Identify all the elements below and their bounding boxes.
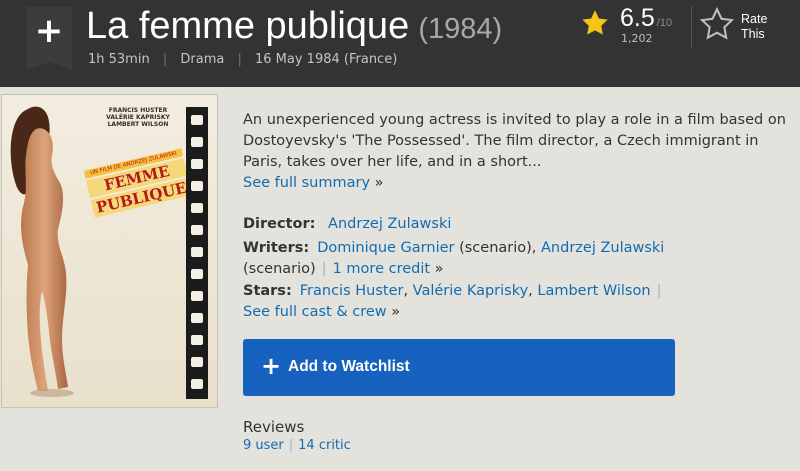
rate-divider	[691, 6, 692, 48]
reviews-links: 9 user | 14 critic	[243, 438, 351, 453]
film-hole	[191, 115, 203, 125]
more-credit-link[interactable]: 1 more credit	[333, 261, 430, 277]
rating-count[interactable]: 1,202	[621, 32, 653, 45]
comma: ,	[403, 283, 409, 299]
release-date-link[interactable]: 16 May 1984 (France)	[255, 52, 397, 67]
film-hole	[191, 357, 203, 367]
rate-label-line2: This	[741, 27, 765, 41]
reviews-heading: Reviews	[243, 418, 305, 436]
user-reviews-link[interactable]: 9 user	[243, 438, 284, 453]
film-hole	[191, 313, 203, 323]
summary-text: An unexperienced young actress is invite…	[243, 112, 786, 170]
director-label: Director:	[243, 216, 316, 232]
stars-row: Stars: Francis Huster, Valérie Kaprisky, …	[243, 281, 788, 323]
rating-number: 6.5	[620, 4, 655, 32]
critic-reviews-link[interactable]: 14 critic	[298, 438, 351, 453]
poster-credit-line: FRANCIS HUSTER	[108, 107, 168, 114]
genre-link[interactable]: Drama	[180, 52, 224, 67]
rate-label-line1: Rate	[741, 12, 768, 26]
title-subtext: 1h 53min | Drama | 16 May 1984 (France)	[88, 52, 397, 67]
rate-this-label: Rate This	[741, 12, 767, 42]
star-outline-icon	[699, 6, 735, 40]
ribbon-notch	[26, 62, 72, 70]
film-hole	[191, 225, 203, 235]
star-link[interactable]: Francis Huster	[300, 283, 404, 299]
film-hole	[191, 137, 203, 147]
title-block: La femme publique (1984)	[86, 0, 502, 52]
film-hole	[191, 269, 203, 279]
divider: |	[288, 438, 294, 453]
writer-link[interactable]: Dominique Garnier	[317, 240, 454, 256]
divider: |	[162, 52, 168, 67]
arrow-glyph: »	[391, 304, 401, 320]
writers-label: Writers:	[243, 240, 310, 256]
film-hole	[191, 159, 203, 169]
plus-icon: +	[34, 11, 64, 51]
title-header: + La femme publique (1984) 1h 53min | Dr…	[0, 0, 800, 87]
poster-credits: FRANCIS HUSTER VALÉRIE KAPRISKY LAMBERT …	[98, 107, 178, 128]
runtime: 1h 53min	[88, 52, 150, 67]
star-link[interactable]: Valérie Kaprisky	[413, 283, 529, 299]
poster-credit-line: VALÉRIE KAPRISKY	[106, 114, 170, 121]
writer-role: (scenario),	[454, 240, 542, 256]
rating-max: /10	[656, 17, 673, 29]
add-to-watchlist-tile[interactable]: +	[26, 7, 72, 70]
divider: |	[237, 52, 242, 67]
star-link[interactable]: Lambert Wilson	[537, 283, 650, 299]
divider: |	[656, 283, 662, 299]
stars-label: Stars:	[243, 283, 292, 299]
see-full-summary-link[interactable]: See full summary	[243, 175, 370, 191]
watchlist-label: Add to Watchlist	[288, 358, 410, 375]
rating-value: 6.5/10	[620, 4, 672, 33]
film-hole	[191, 291, 203, 301]
star-icon	[582, 10, 608, 35]
see-full-cast-link[interactable]: See full cast & crew	[243, 304, 387, 320]
writer-link[interactable]: Andrzej Zulawski	[541, 240, 664, 256]
film-hole	[191, 181, 203, 191]
divider: |	[321, 261, 327, 277]
page-title: La femme publique	[86, 5, 410, 47]
arrow-glyph: »	[374, 175, 384, 191]
film-hole	[191, 203, 203, 213]
add-to-watchlist-button[interactable]: + Add to Watchlist	[243, 339, 675, 396]
writers-row: Writers: Dominique Garnier (scenario), An…	[243, 238, 788, 280]
poster-credit-line: LAMBERT WILSON	[107, 121, 169, 128]
comma: ,	[528, 283, 533, 299]
film-strip	[186, 107, 208, 399]
plus-icon: +	[261, 352, 282, 380]
film-hole	[191, 247, 203, 257]
writer-role: (scenario)	[243, 261, 316, 277]
film-hole	[191, 335, 203, 345]
rate-this-button[interactable]: Rate This	[699, 6, 789, 48]
plot-summary: An unexperienced young actress is invite…	[243, 110, 788, 194]
title-year[interactable]: (1984)	[418, 13, 502, 45]
film-hole	[191, 379, 203, 389]
movie-poster[interactable]: FRANCIS HUSTER VALÉRIE KAPRISKY LAMBERT …	[1, 94, 218, 408]
director-link[interactable]: Andrzej Zulawski	[328, 216, 451, 232]
arrow-glyph: »	[434, 261, 444, 277]
director-row: Director: Andrzej Zulawski	[243, 214, 788, 235]
